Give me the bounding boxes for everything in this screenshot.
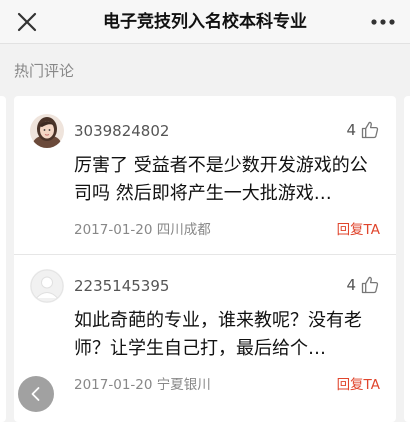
avatar[interactable] — [30, 114, 64, 148]
like-button[interactable]: 4 — [346, 120, 380, 140]
comment-item: 3039824802 4 厉害了 受益者不是少数开发游戏的公司吗 然后即将产生一… — [14, 96, 396, 254]
thumbs-up-icon — [361, 276, 379, 294]
section-label: 热门评论 — [14, 62, 75, 80]
top-bar: 电子竞技列入名校本科专业 — [0, 0, 410, 44]
username: 2235145395 — [74, 277, 170, 295]
more-button[interactable] — [370, 10, 396, 34]
chevron-left-icon — [31, 387, 40, 401]
page-title: 电子竞技列入名校本科专业 — [103, 12, 307, 32]
thumbs-up-icon — [361, 121, 379, 139]
comment-date: 2017-01-20 — [74, 377, 153, 393]
default-user-avatar-icon — [30, 269, 64, 303]
more-dots-icon — [371, 19, 395, 25]
like-button[interactable]: 4 — [346, 275, 380, 295]
username: 3039824802 — [74, 122, 170, 140]
hot-comments-card: 3039824802 4 厉害了 受益者不是少数开发游戏的公司吗 然后即将产生一… — [14, 96, 396, 422]
like-count: 4 — [346, 121, 356, 139]
comment-text: 厉害了 受益者不是少数开发游戏的公司吗 然后即将产生一大批游戏… — [74, 155, 368, 204]
next-card-edge[interactable] — [404, 96, 410, 422]
previous-card-edge[interactable] — [0, 96, 6, 422]
comment-location: 宁夏银川 — [156, 377, 211, 393]
close-icon — [17, 12, 37, 32]
reply-button[interactable]: 回复TA — [337, 218, 380, 238]
comment-meta: 2017-01-20 四川成都 — [74, 218, 211, 238]
comment-item: 2235145395 4 如此奇葩的专业，谁来教呢？没有老师？让学生自己打，最后… — [14, 254, 396, 422]
comment-meta: 2017-01-20 宁夏银川 — [74, 373, 211, 393]
comments-carousel[interactable]: 3039824802 4 厉害了 受益者不是少数开发游戏的公司吗 然后即将产生一… — [0, 96, 410, 422]
comment-location: 四川成都 — [156, 222, 211, 238]
like-count: 4 — [346, 276, 356, 294]
reply-button[interactable]: 回复TA — [337, 373, 380, 393]
avatar[interactable] — [30, 269, 64, 303]
comment-date: 2017-01-20 — [74, 222, 153, 238]
comment-text: 如此奇葩的专业，谁来教呢？没有老师？让学生自己打，最后给个… — [74, 310, 362, 359]
back-button[interactable] — [18, 376, 54, 412]
close-button[interactable] — [14, 9, 40, 35]
user-photo-avatar-icon — [30, 114, 64, 148]
